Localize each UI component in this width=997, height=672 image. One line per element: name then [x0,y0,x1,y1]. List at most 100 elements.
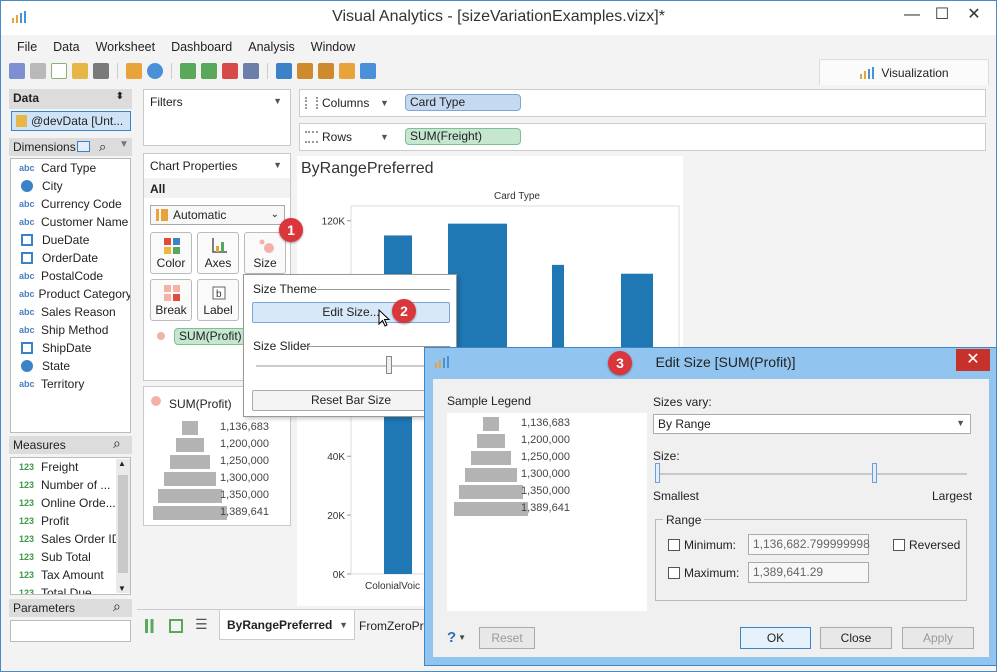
measure-item[interactable]: 123 Online Orde... [11,494,130,512]
dimension-item[interactable]: abc Customer Name [11,213,130,231]
dimension-item[interactable]: abc Card Type [11,159,130,177]
menu-window[interactable]: Window [303,38,363,56]
filters-menu-icon[interactable]: ▼ [273,96,282,106]
tab-byrangepreferred[interactable]: ByRangePreferred ▼ [219,610,355,640]
table-view-icon[interactable] [77,141,90,152]
refresh-icon[interactable] [147,63,163,79]
size-max-thumb[interactable] [872,463,877,483]
dimension-item[interactable]: abc Territory [11,375,130,393]
menu-analysis[interactable]: Analysis [240,38,303,56]
datasource-selector[interactable]: @devData [Unt... [11,111,131,131]
new-sheet-icon[interactable] [126,63,142,79]
axes-button[interactable]: Axes [197,232,239,274]
measure-item[interactable]: 123 Tax Amount [11,566,130,584]
size-button[interactable]: Size [244,232,286,274]
reset-button[interactable]: Reset [479,627,535,649]
duplicate-chart-icon[interactable] [201,63,217,79]
presentation-icon[interactable] [360,63,376,79]
tab-menu-icon[interactable]: ▼ [339,620,348,630]
minimum-checkbox[interactable] [668,539,680,551]
dimension-item[interactable]: City [11,177,130,195]
minimum-input[interactable]: 1,136,682.799999998 [748,534,870,555]
menu-data[interactable]: Data [45,38,87,56]
edit-size-button[interactable]: Edit Size... [252,302,450,323]
maximum-checkbox[interactable] [668,567,680,579]
measure-item[interactable]: 123 Sales Order ID [11,530,130,548]
sort-ascending-icon[interactable] [297,63,313,79]
redo-icon[interactable] [30,63,46,79]
tab-list-icon[interactable]: ☰ [195,616,208,633]
rows-pill[interactable]: SUM(Freight) [405,128,521,145]
search-icon[interactable]: ⌕ [113,435,121,452]
close-window-button[interactable]: ✕ [959,4,989,28]
reversed-checkbox[interactable] [893,539,905,551]
scroll-down-icon[interactable]: ▼ [118,584,126,593]
scroll-up-icon[interactable]: ▲ [118,459,126,468]
dimension-item[interactable]: DueDate [11,231,130,249]
data-panel-sort-icon[interactable]: ⬍ [116,91,124,102]
dialog-close-button[interactable]: ✕ [956,349,990,371]
measure-item[interactable]: 123 Freight [11,458,130,476]
tab-fromzeropref[interactable]: FromZeroPref [359,610,434,640]
measure-item[interactable]: 123 Profit [11,512,130,530]
dimension-item[interactable]: ShipDate [11,339,130,357]
open-folder-icon[interactable] [72,63,88,79]
filters-pane[interactable]: Filters ▼ [143,89,291,146]
dimension-item[interactable]: abc PostalCode [11,267,130,285]
new-dashboard-icon[interactable] [169,619,183,633]
save-icon[interactable] [93,63,109,79]
size-slider-thumb[interactable] [386,356,392,374]
columns-menu-icon[interactable]: ▼ [380,98,389,108]
add-chart-icon[interactable] [180,63,196,79]
menu-file[interactable]: File [9,38,45,56]
search-icon[interactable]: ⌕ [99,139,106,155]
measures-scroll-thumb[interactable] [118,475,128,573]
dimension-item[interactable]: OrderDate [11,249,130,267]
size-range-track[interactable] [657,473,967,475]
measure-item[interactable]: 123 Total Due [11,584,130,594]
measure-item[interactable]: 123 Number of ... [11,476,130,494]
chart-properties-menu-icon[interactable]: ▼ [273,160,282,170]
label-button[interactable]: b Label [197,279,239,321]
clear-chart-icon[interactable] [222,63,238,79]
size-min-thumb[interactable] [655,463,660,483]
dimension-item[interactable]: abc Currency Code [11,195,130,213]
ok-button[interactable]: OK [740,627,811,649]
measure-item[interactable]: 123 Sub Total [11,548,130,566]
undo-icon[interactable] [9,63,25,79]
measures-scrollbar[interactable]: ▲ ▼ [116,459,130,593]
size-slider-track[interactable] [256,365,446,367]
select-icon[interactable] [276,63,292,79]
dimension-item[interactable]: abc Product Category [11,285,130,303]
bar-chart-icon[interactable] [339,63,355,79]
menu-dashboard[interactable]: Dashboard [163,38,240,56]
help-icon[interactable]: ? ▼ [447,629,466,646]
size-field-pill[interactable]: SUM(Profit) [174,328,246,345]
maximum-input[interactable]: 1,389,641.29 [748,562,869,583]
color-button[interactable]: Color [150,232,192,274]
sort-descending-icon[interactable] [318,63,334,79]
visualization-tab[interactable]: Visualization [819,59,989,85]
new-worksheet-icon[interactable] [145,619,159,633]
new-file-icon[interactable] [51,63,67,79]
maximize-button[interactable]: ☐ [927,4,957,28]
menu-worksheet[interactable]: Worksheet [88,38,164,56]
dimension-item[interactable]: abc Ship Method [11,321,130,339]
mark-type-dropdown[interactable]: Automatic ⌄ [150,205,285,225]
dimension-item[interactable]: abc Sales Reason [11,303,130,321]
swap-axes-icon[interactable] [243,63,259,79]
reset-bar-size-button[interactable]: Reset Bar Size [252,390,450,411]
apply-button[interactable]: Apply [902,627,974,649]
columns-shelf[interactable]: Columns ▼ [299,89,986,117]
all-marks-tab[interactable]: All [144,178,290,198]
sizes-vary-dropdown[interactable]: By Range ▼ [653,414,971,434]
columns-pill[interactable]: Card Type [405,94,521,111]
rows-menu-icon[interactable]: ▼ [380,132,389,142]
dimension-item[interactable]: State [11,357,130,375]
rows-shelf[interactable]: Rows ▼ [299,123,986,151]
search-icon[interactable]: ⌕ [113,598,121,615]
break-button[interactable]: Break [150,279,192,321]
dimensions-menu-icon[interactable]: ▼ [119,139,129,150]
close-button[interactable]: Close [820,627,892,649]
minimize-button[interactable]: — [897,4,927,28]
